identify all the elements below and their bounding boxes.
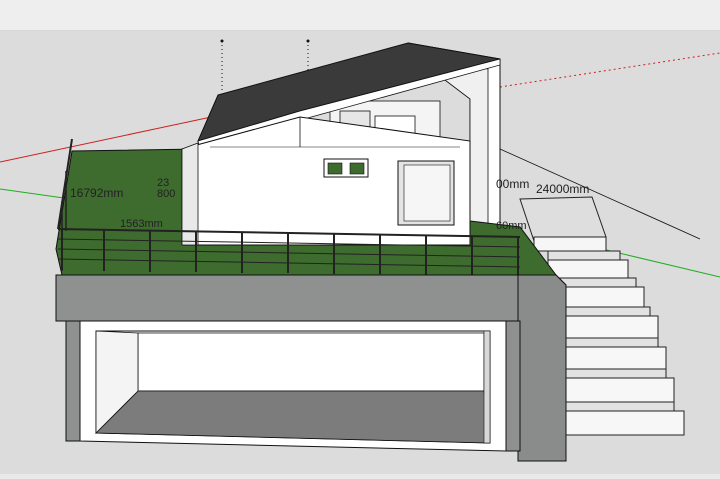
- dim-label-left-width: 16792mm: [70, 186, 123, 200]
- stone-band: [55, 274, 567, 322]
- modeling-viewport[interactable]: 23 800 16792mm 1563mm 00mm 24000mm 60mm: [0, 31, 720, 474]
- window-pane-right: [349, 162, 365, 175]
- garage-back-wall: [137, 332, 485, 392]
- garage-right-jamb: [483, 330, 491, 444]
- dim-label-right-width: 24000mm: [536, 182, 589, 196]
- stone-pillar-left: [65, 320, 81, 442]
- dim-label-right-partial: 00mm: [496, 177, 529, 191]
- dim-label-partial-3: 1563mm: [120, 218, 163, 230]
- stone-band-side: [517, 274, 567, 462]
- axis-endpoint-1: [220, 39, 224, 43]
- model-canvas[interactable]: 23 800 16792mm 1563mm 00mm 24000mm 60mm: [0, 31, 720, 474]
- window-pane-left: [327, 162, 343, 175]
- dim-label-partial-4: 60mm: [496, 220, 527, 232]
- main-wall-side: [181, 142, 199, 246]
- axis-endpoint-2: [306, 39, 310, 43]
- top-toolbar-strip: [0, 0, 720, 31]
- door-inner: [403, 164, 451, 222]
- red-axis-dotted: [499, 52, 720, 88]
- dim-label-partial-2: 800: [157, 188, 175, 200]
- stone-pillar-right: [505, 320, 521, 452]
